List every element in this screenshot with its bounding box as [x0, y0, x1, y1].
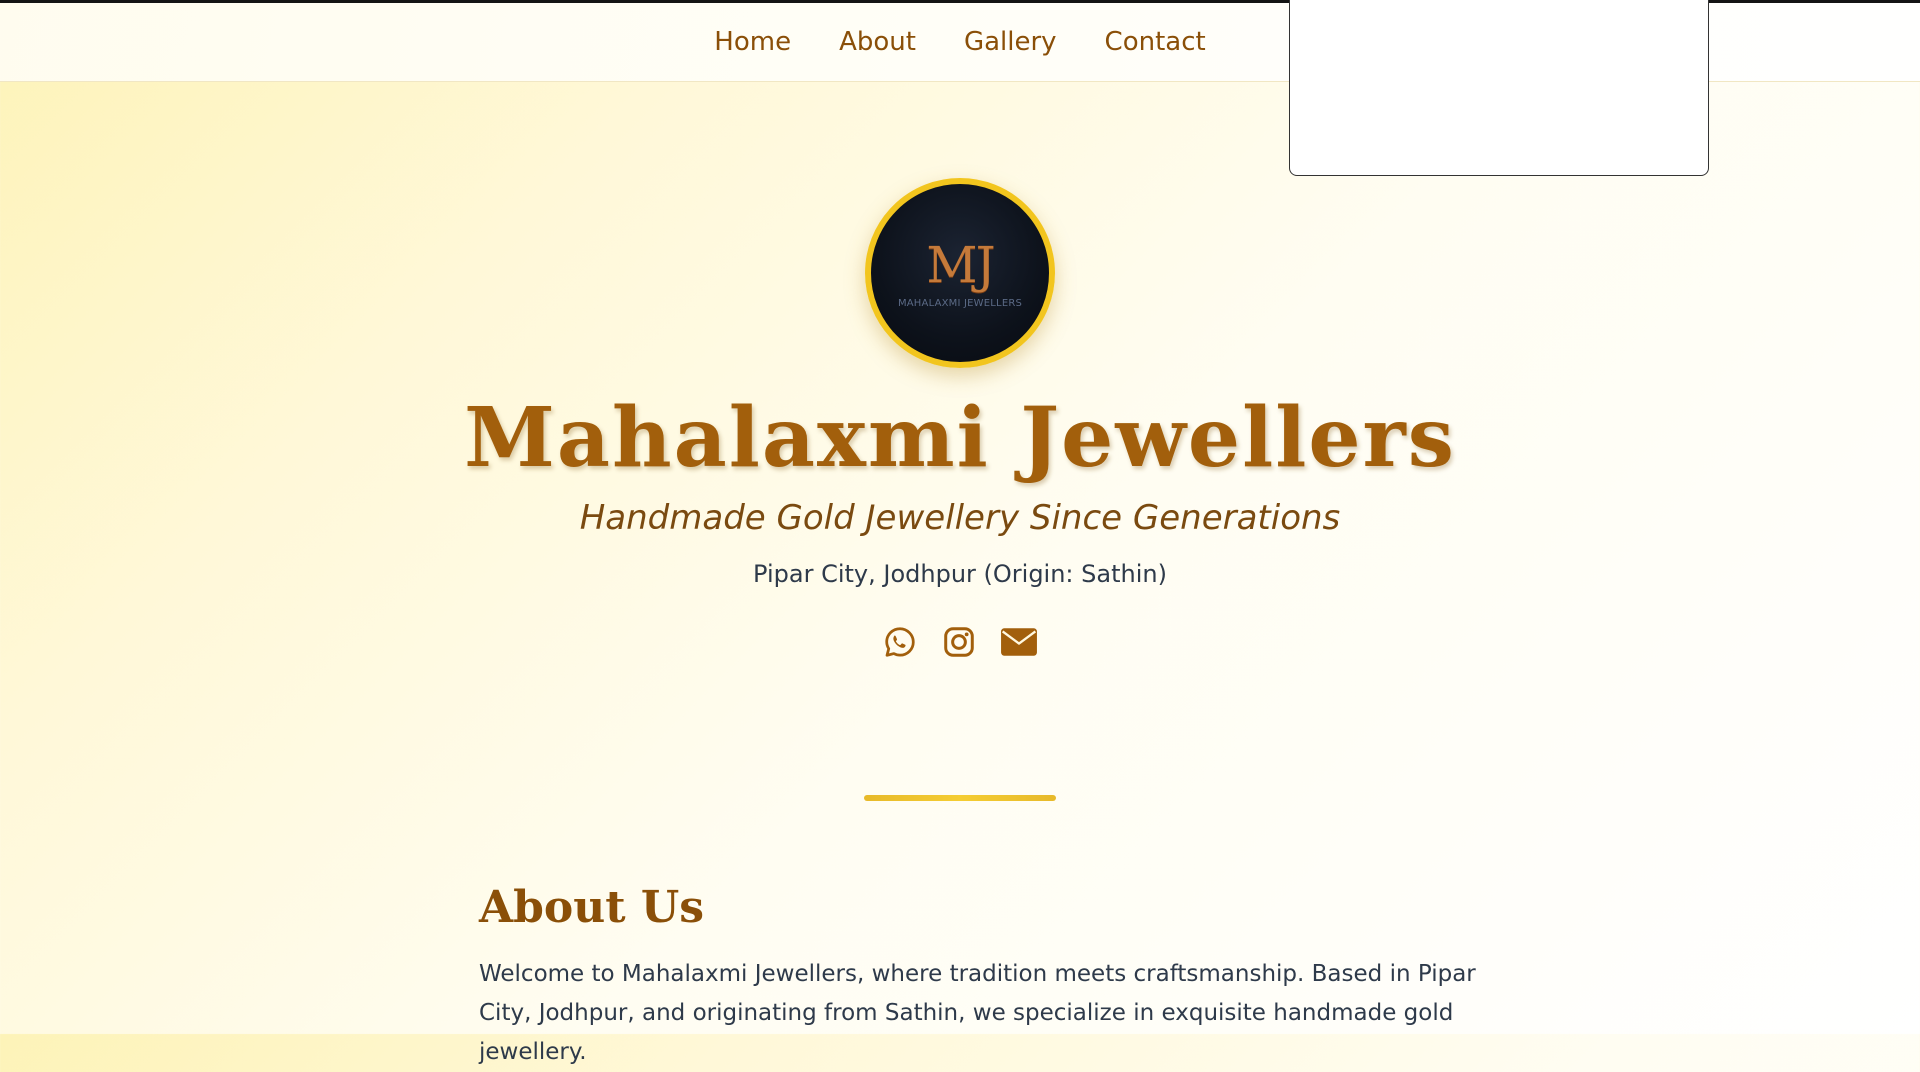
gold-divider: [864, 795, 1056, 801]
nav-links: Home About Gallery Contact: [714, 27, 1205, 57]
social-links: [883, 622, 1038, 662]
whatsapp-icon[interactable]: [883, 625, 917, 659]
email-icon[interactable]: [1000, 625, 1038, 659]
nav-link-contact[interactable]: Contact: [1105, 27, 1206, 57]
nav-link-about[interactable]: About: [839, 27, 916, 57]
brand-logo: MJ MAHALAXMI JEWELLERS: [865, 178, 1055, 368]
about-paragraph: Welcome to Mahalaxmi Jewellers, where tr…: [479, 961, 1476, 1065]
about-heading: About Us: [479, 882, 705, 933]
logo-monogram: MJ: [926, 236, 995, 294]
site-title: Mahalaxmi Jewellers: [464, 390, 1456, 486]
nav-link-gallery[interactable]: Gallery: [964, 27, 1057, 57]
logo-subtext: MAHALAXMI JEWELLERS: [897, 298, 1023, 309]
location-text: Pipar City, Jodhpur (Origin: Sathin): [753, 560, 1167, 588]
blank-popup-panel: [1289, 0, 1709, 176]
nav-link-home[interactable]: Home: [714, 27, 791, 57]
instagram-icon[interactable]: [942, 625, 976, 659]
tagline: Handmade Gold Jewellery Since Generation…: [579, 498, 1341, 538]
